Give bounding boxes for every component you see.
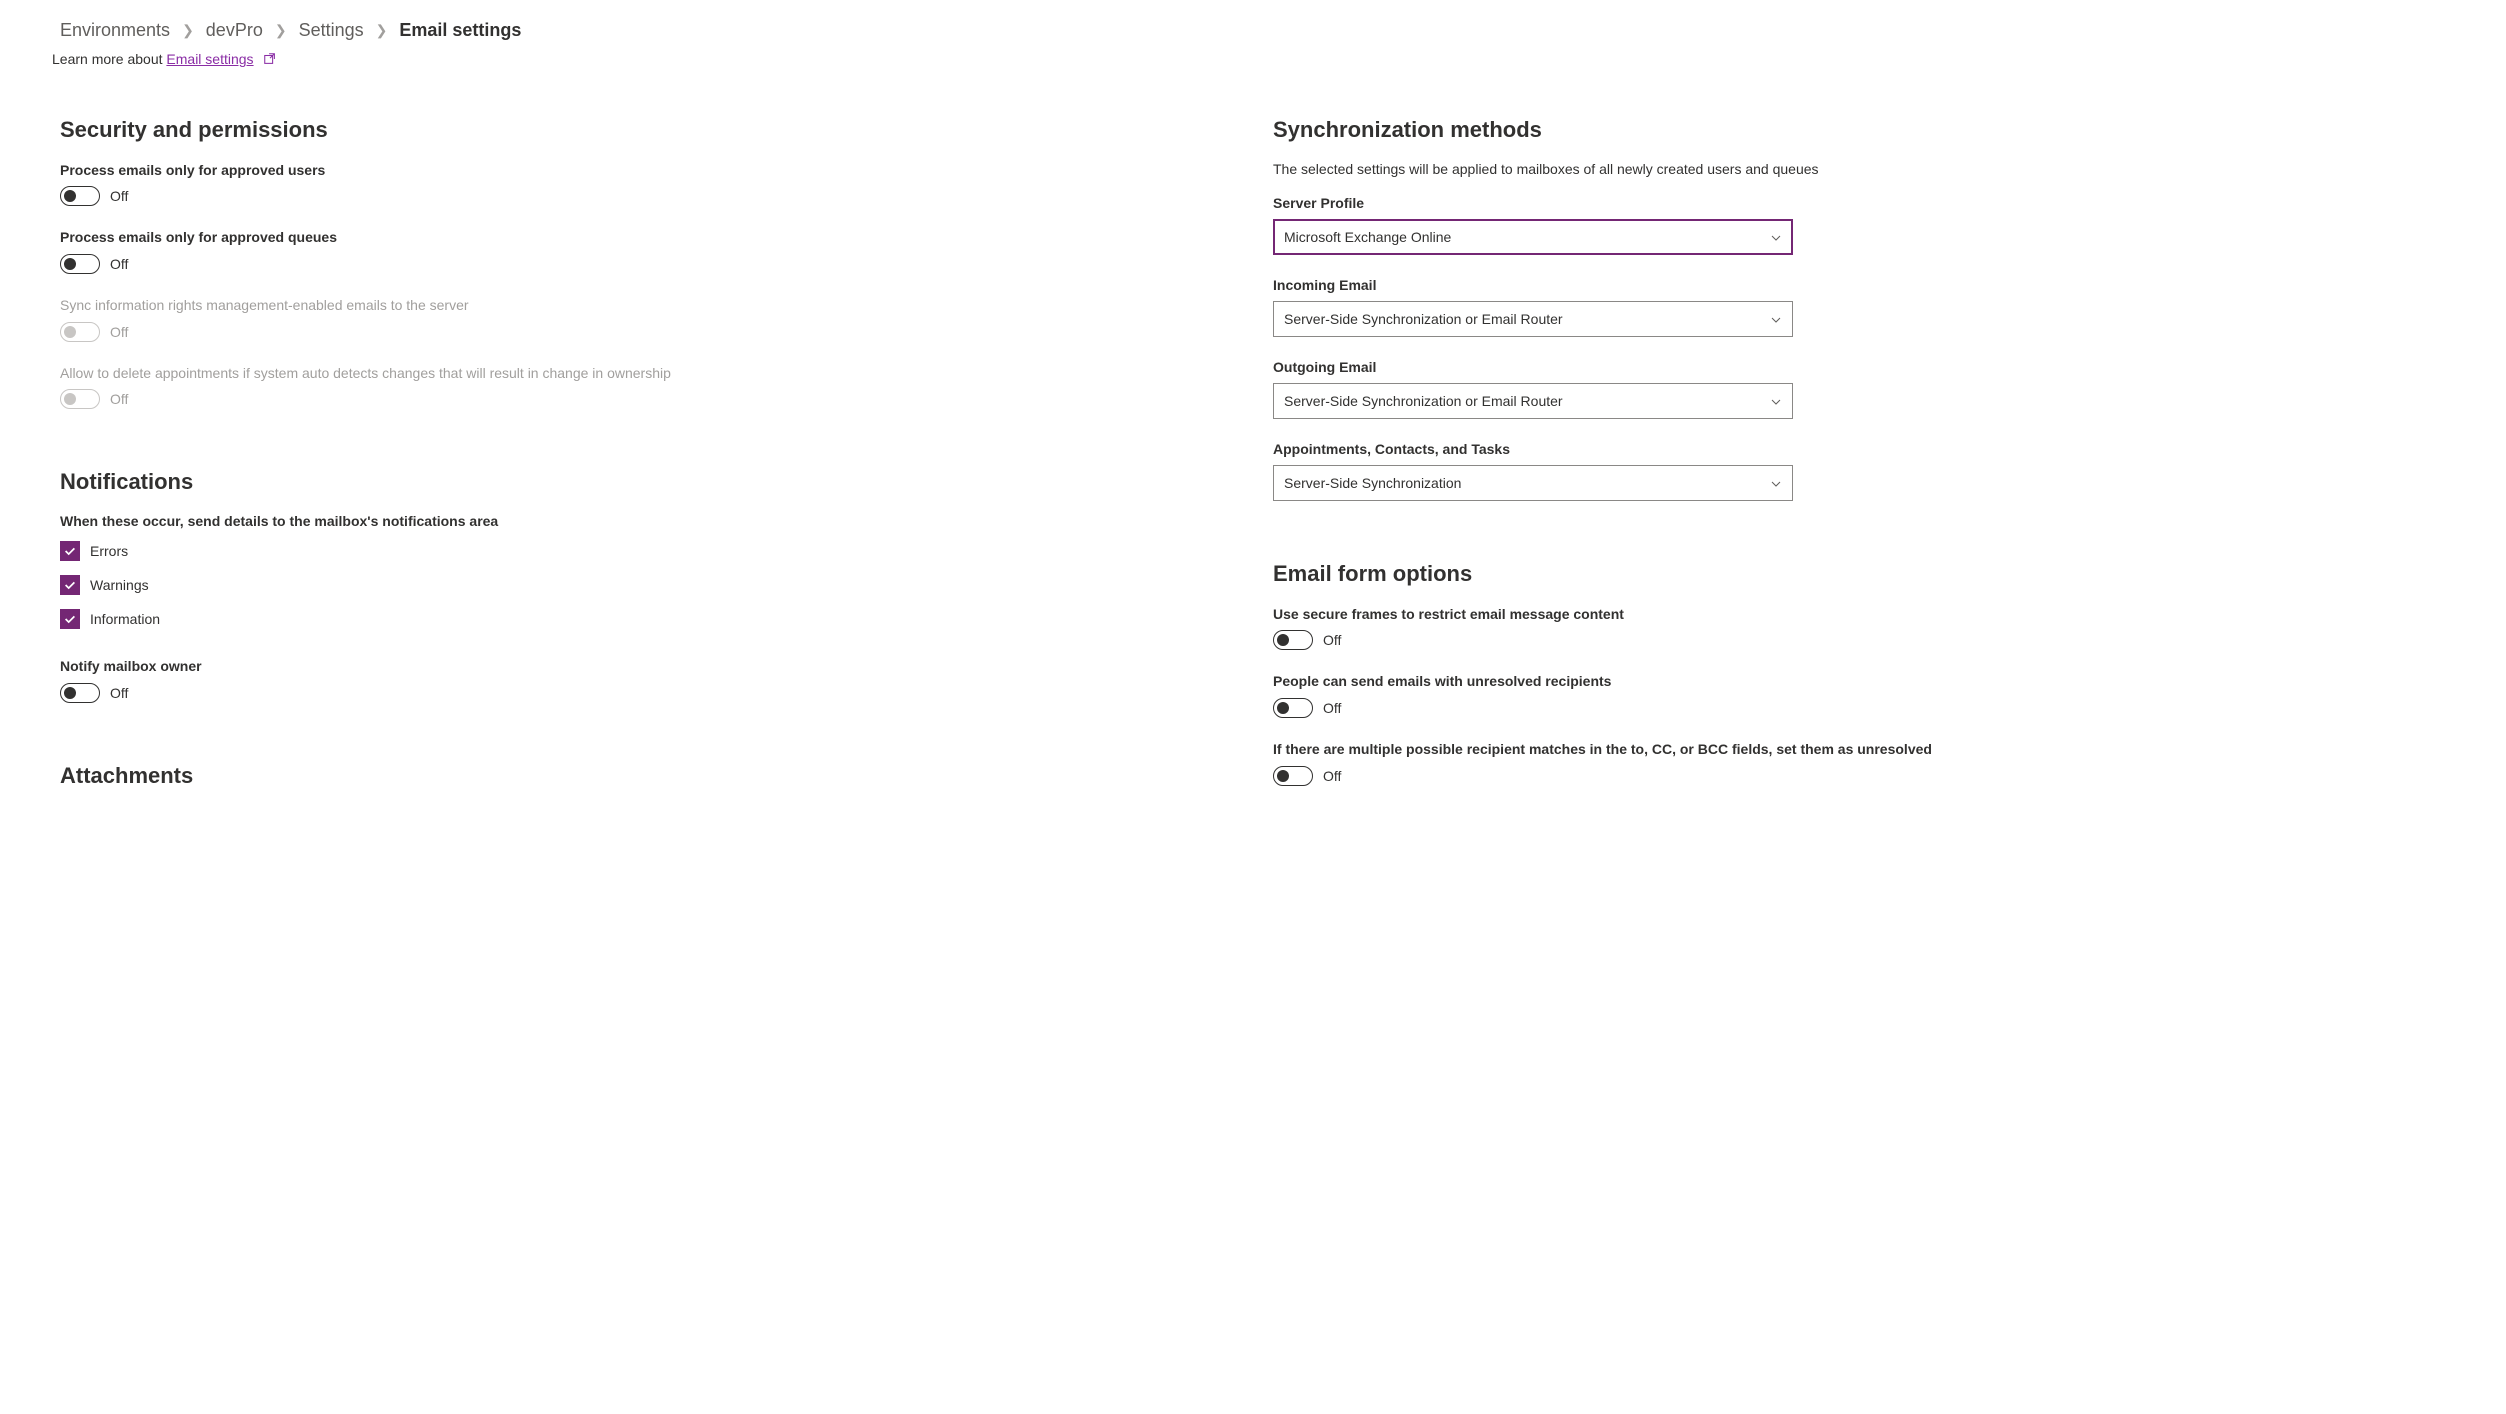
- multi-match-state: Off: [1323, 768, 1341, 784]
- multi-match-toggle[interactable]: [1273, 766, 1313, 786]
- unresolved-state: Off: [1323, 700, 1341, 716]
- information-checkbox[interactable]: [60, 609, 80, 629]
- allow-delete-toggle: [60, 389, 100, 409]
- warnings-checkbox[interactable]: [60, 575, 80, 595]
- breadcrumb: Environments ❯ devPro ❯ Settings ❯ Email…: [60, 20, 2446, 41]
- learn-more-text: Learn more about Email settings: [52, 51, 2446, 69]
- breadcrumb-environments[interactable]: Environments: [60, 20, 170, 41]
- left-column: Security and permissions Process emails …: [60, 109, 1233, 808]
- incoming-label: Incoming Email: [1273, 277, 2446, 293]
- chevron-down-icon: [1770, 313, 1782, 325]
- attachments-title: Attachments: [60, 763, 1233, 789]
- secure-frames-toggle[interactable]: [1273, 630, 1313, 650]
- right-column: Synchronization methods The selected set…: [1273, 109, 2446, 808]
- breadcrumb-settings[interactable]: Settings: [299, 20, 364, 41]
- sync-irm-label: Sync information rights management-enabl…: [60, 296, 1233, 316]
- approved-queues-toggle[interactable]: [60, 254, 100, 274]
- multi-match-label: If there are multiple possible recipient…: [1273, 740, 2446, 760]
- outgoing-dropdown[interactable]: Server-Side Synchronization or Email Rou…: [1273, 383, 1793, 419]
- appts-value: Server-Side Synchronization: [1284, 475, 1770, 491]
- outgoing-label: Outgoing Email: [1273, 359, 2446, 375]
- information-label: Information: [90, 611, 160, 627]
- outgoing-value: Server-Side Synchronization or Email Rou…: [1284, 393, 1770, 409]
- allow-delete-label: Allow to delete appointments if system a…: [60, 364, 1233, 384]
- secure-frames-state: Off: [1323, 632, 1341, 648]
- chevron-down-icon: [1770, 231, 1782, 243]
- sync-title: Synchronization methods: [1273, 117, 2446, 143]
- notify-owner-label: Notify mailbox owner: [60, 657, 1233, 677]
- server-profile-dropdown[interactable]: Microsoft Exchange Online: [1273, 219, 1793, 255]
- chevron-down-icon: [1770, 395, 1782, 407]
- chevron-right-icon: ❯: [275, 22, 287, 39]
- incoming-dropdown[interactable]: Server-Side Synchronization or Email Rou…: [1273, 301, 1793, 337]
- chevron-right-icon: ❯: [376, 22, 388, 39]
- secure-frames-label: Use secure frames to restrict email mess…: [1273, 605, 2446, 625]
- breadcrumb-current: Email settings: [399, 20, 521, 41]
- approved-queues-label: Process emails only for approved queues: [60, 228, 1233, 248]
- sync-desc: The selected settings will be applied to…: [1273, 161, 2446, 177]
- notifications-subtext: When these occur, send details to the ma…: [60, 513, 1233, 529]
- notify-owner-toggle[interactable]: [60, 683, 100, 703]
- unresolved-toggle[interactable]: [1273, 698, 1313, 718]
- server-profile-label: Server Profile: [1273, 195, 2446, 211]
- approved-queues-state: Off: [110, 256, 128, 272]
- appts-dropdown[interactable]: Server-Side Synchronization: [1273, 465, 1793, 501]
- incoming-value: Server-Side Synchronization or Email Rou…: [1284, 311, 1770, 327]
- appts-label: Appointments, Contacts, and Tasks: [1273, 441, 2446, 457]
- approved-users-toggle[interactable]: [60, 186, 100, 206]
- warnings-label: Warnings: [90, 577, 149, 593]
- external-link-icon: [263, 52, 277, 69]
- allow-delete-state: Off: [110, 391, 128, 407]
- learn-more-link[interactable]: Email settings: [166, 51, 253, 67]
- learn-more-prefix: Learn more about: [52, 51, 166, 67]
- unresolved-label: People can send emails with unresolved r…: [1273, 672, 2446, 692]
- sync-irm-state: Off: [110, 324, 128, 340]
- approved-users-state: Off: [110, 188, 128, 204]
- notify-owner-state: Off: [110, 685, 128, 701]
- errors-label: Errors: [90, 543, 128, 559]
- security-title: Security and permissions: [60, 117, 1233, 143]
- notifications-title: Notifications: [60, 469, 1233, 495]
- errors-checkbox[interactable]: [60, 541, 80, 561]
- form-options-title: Email form options: [1273, 561, 2446, 587]
- server-profile-value: Microsoft Exchange Online: [1284, 229, 1770, 245]
- sync-irm-toggle: [60, 322, 100, 342]
- chevron-down-icon: [1770, 477, 1782, 489]
- chevron-right-icon: ❯: [182, 22, 194, 39]
- breadcrumb-devpro[interactable]: devPro: [206, 20, 263, 41]
- approved-users-label: Process emails only for approved users: [60, 161, 1233, 181]
